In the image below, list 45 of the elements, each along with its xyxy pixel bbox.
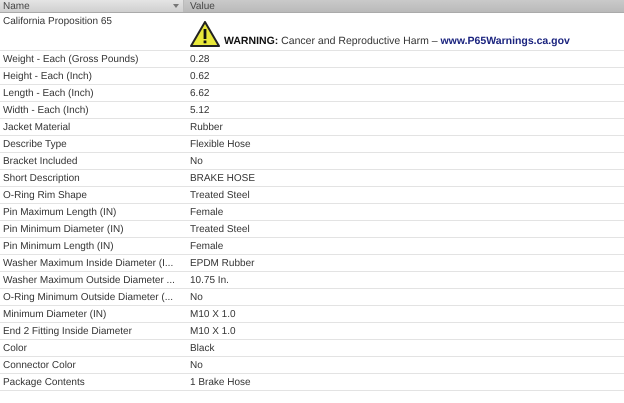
table-cell: Width - Each (Inch) xyxy=(3,104,89,116)
table-cell: Describe Type xyxy=(3,138,67,150)
table-cell: Connector Color xyxy=(3,360,76,370)
table-cell: Weight - Each (Gross Pounds) xyxy=(3,54,138,64)
table-cell: 0.62 xyxy=(190,70,210,82)
table-cell: O-Ring Rim Shape xyxy=(3,190,87,200)
table-cell: Pin Maximum Length (IN) xyxy=(3,206,116,218)
table-cell: California Proposition 65 xyxy=(3,16,112,27)
table-cell: Minimum Diameter (IN) xyxy=(3,308,106,320)
table-cell: Rubber xyxy=(190,122,223,132)
table-cell: Color xyxy=(3,342,27,354)
table-cell: No xyxy=(190,156,203,166)
table-cell: M10 X 1.0 xyxy=(190,326,236,336)
table-cell: Length - Each (Inch) xyxy=(3,88,94,98)
table-cell: 0.28 xyxy=(190,54,210,64)
table-cell: EPDM Rubber xyxy=(190,258,254,268)
table-cell: 10.75 In. xyxy=(190,274,229,286)
table-cell: 1 Brake Hose xyxy=(190,376,251,388)
table-cell: Jacket Material xyxy=(3,122,70,132)
table-cell: Female xyxy=(190,206,224,218)
table-cell: Bracket Included xyxy=(3,156,78,166)
table-cell: O-Ring Minimum Outside Diameter (... xyxy=(3,292,174,302)
table-cell: 6.62 xyxy=(190,88,210,98)
warning-text: WARNING: Cancer and Reproductive Harm – www.P65Warnings.ca.gov xyxy=(224,35,570,47)
table-cell: Pin Minimum Length (IN) xyxy=(3,240,114,252)
table-cell: Package Contents xyxy=(3,376,85,388)
table-cell: BRAKE HOSE xyxy=(190,172,256,184)
table-cell: Short Description xyxy=(3,172,80,184)
table-cell: 5.12 xyxy=(190,104,210,116)
table-cell: Flexible Hose xyxy=(190,138,251,150)
table-cell: Treated Steel xyxy=(190,190,250,200)
table-cell: End 2 Fitting Inside Diameter xyxy=(3,326,132,336)
table-cell: Washer Maximum Outside Diameter ... xyxy=(3,274,175,286)
table-cell: Height - Each (Inch) xyxy=(3,70,92,82)
table-cell: Pin Minimum Diameter (IN) xyxy=(3,224,124,234)
warning-icon xyxy=(190,21,220,47)
table-cell: No xyxy=(190,360,203,370)
table-cell: Washer Maximum Inside Diameter (I... xyxy=(3,258,174,268)
column-header[interactable]: Value xyxy=(184,0,624,12)
table-cell: Female xyxy=(190,240,224,252)
table-cell: M10 X 1.0 xyxy=(190,308,236,320)
table-cell: No xyxy=(190,292,203,302)
table-cell: Black xyxy=(190,342,214,354)
table-cell: Treated Steel xyxy=(190,224,250,234)
warning-link[interactable]: www.P65Warnings.ca.gov xyxy=(440,35,570,47)
